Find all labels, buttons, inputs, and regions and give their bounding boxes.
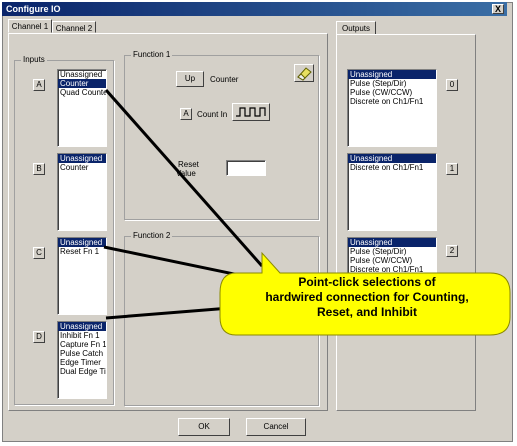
- callout-text: Point-click selections of hardwired conn…: [222, 275, 512, 320]
- annotation-line-inhibit: [105, 306, 231, 320]
- callout-line-1: Point-click selections of: [298, 275, 436, 289]
- callout-line-2: hardwired connection for Counting,: [265, 290, 469, 304]
- callout-line-3: Reset, and Inhibit: [316, 305, 417, 319]
- annotation-line-counter: [104, 89, 264, 267]
- annotation-lines: [103, 89, 264, 320]
